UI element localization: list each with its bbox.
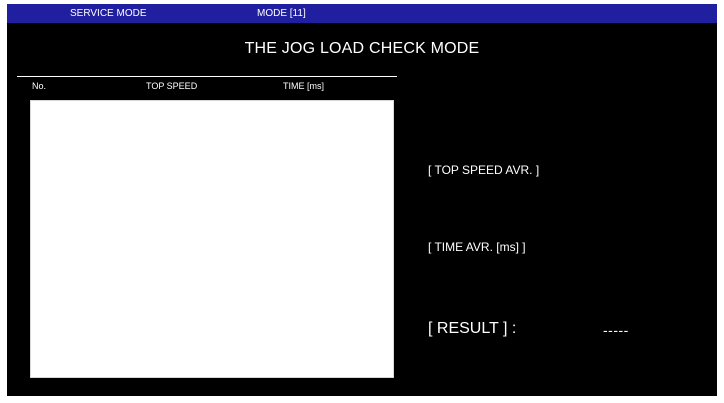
table-header-divider (17, 76, 397, 77)
service-mode-label: SERVICE MODE (70, 8, 147, 19)
column-header-time: TIME [ms] (283, 81, 324, 91)
result-label: [ RESULT ] : (428, 320, 517, 337)
column-header-no: No. (32, 81, 47, 91)
service-screen: SERVICE MODE MODE [11] THE JOG LOAD CHEC… (7, 4, 717, 396)
mode-number-label: MODE [11] (257, 8, 306, 19)
top-speed-average-label: [ TOP SPEED AVR. ] (428, 163, 540, 177)
header-bar: SERVICE MODE MODE [11] (7, 4, 717, 23)
time-average-label: [ TIME AVR. [ms] ] (428, 240, 526, 254)
result-value: ----- (603, 322, 629, 338)
results-list[interactable] (30, 100, 394, 378)
page-title: THE JOG LOAD CHECK MODE (244, 40, 480, 57)
column-header-top-speed: TOP SPEED (146, 81, 198, 91)
